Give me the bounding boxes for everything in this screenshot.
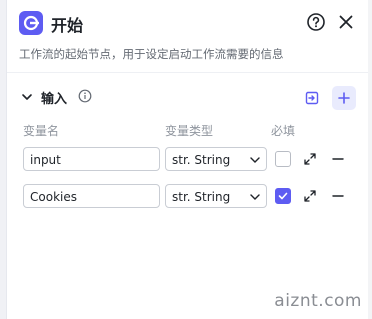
variable-type-select[interactable]: str. String bbox=[165, 184, 267, 208]
close-icon[interactable] bbox=[336, 12, 356, 32]
variable-type-value: str. String bbox=[172, 190, 231, 204]
node-description: 工作流的起始节点，用于设定启动工作流需要的信息 bbox=[19, 47, 284, 61]
column-header-required: 必填 bbox=[271, 124, 296, 138]
start-node-icon bbox=[19, 11, 43, 35]
import-button[interactable] bbox=[300, 86, 324, 110]
plus-icon bbox=[338, 92, 350, 104]
remove-icon[interactable] bbox=[331, 152, 345, 166]
variable-type-select[interactable]: str. String bbox=[165, 147, 267, 171]
panel-header: 开始 bbox=[19, 10, 360, 38]
column-header-name: 变量名 bbox=[23, 124, 60, 138]
variable-row: input str. String bbox=[7, 147, 372, 173]
check-icon bbox=[278, 192, 288, 200]
input-section-header: 输入 bbox=[21, 86, 360, 110]
chevron-down-icon bbox=[250, 194, 260, 200]
remove-icon[interactable] bbox=[331, 189, 345, 203]
import-icon bbox=[305, 91, 319, 105]
header-divider bbox=[7, 72, 372, 73]
expand-icon[interactable] bbox=[303, 189, 317, 203]
variable-name-input[interactable]: input bbox=[23, 147, 160, 171]
variable-type-value: str. String bbox=[172, 153, 231, 167]
start-node-panel: 开始 工作流的起始节点，用于设定启动工作流需要的信息 输入 变量名 变量类型 必… bbox=[6, 0, 372, 319]
input-section-title: 输入 bbox=[41, 92, 68, 107]
variable-name-input[interactable]: Cookies bbox=[23, 184, 160, 208]
column-header-type: 变量类型 bbox=[165, 124, 214, 138]
add-variable-button[interactable] bbox=[332, 86, 356, 110]
help-circle-icon[interactable] bbox=[306, 12, 326, 32]
variable-row: Cookies str. String bbox=[7, 184, 372, 210]
expand-icon[interactable] bbox=[303, 152, 317, 166]
required-checkbox[interactable] bbox=[275, 151, 291, 167]
chevron-down-icon[interactable] bbox=[21, 91, 33, 103]
watermark: aiznt.com bbox=[274, 291, 362, 311]
scrollbar[interactable] bbox=[368, 0, 372, 319]
node-title: 开始 bbox=[51, 16, 84, 35]
chevron-down-icon bbox=[250, 157, 260, 163]
info-icon[interactable] bbox=[78, 89, 92, 103]
required-checkbox[interactable] bbox=[275, 188, 291, 204]
